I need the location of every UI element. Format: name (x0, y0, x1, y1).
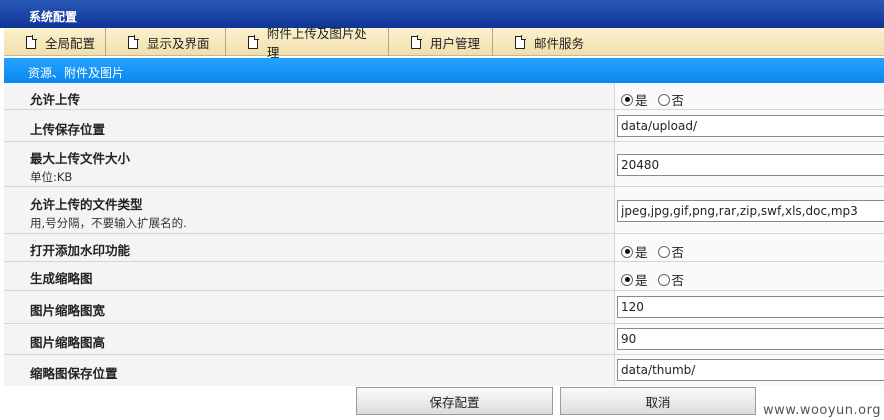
document-icon (26, 34, 37, 49)
document-icon (515, 34, 526, 49)
setting-label: 图片缩略图宽 (30, 303, 106, 318)
tab-global-config[interactable]: 全局配置 (4, 28, 106, 56)
allow-upload-radio-group: 是 否 (621, 90, 694, 109)
tab-label: 附件上传及图片处理 (266, 26, 367, 60)
radio-label: 是 (635, 245, 648, 260)
setting-label: 允许上传的文件类型 (30, 197, 143, 212)
thumbnail-no-radio[interactable] (657, 273, 670, 286)
thumbnail-radio-group: 是 否 (621, 270, 694, 289)
tab-mail-service[interactable]: 邮件服务 (493, 28, 595, 56)
file-types-input[interactable] (617, 200, 884, 222)
tab-attachments-images[interactable]: 附件上传及图片处理 (226, 26, 389, 60)
tab-user-management[interactable]: 用户管理 (389, 28, 493, 56)
setting-row-thumb-path: 缩略图保存位置 (4, 355, 884, 386)
max-size-input[interactable] (617, 154, 884, 176)
setting-row-upload-path: 上传保存位置 (4, 110, 884, 141)
tab-bar: 全局配置 显示及界面 附件上传及图片处理 用户管理 邮件服务 (4, 26, 884, 60)
setting-row-max-size: 最大上传文件大小 单位:KB (4, 142, 884, 186)
settings-table: 允许上传 是 否 上传保存位置 最大上传文件大小 单位:KB 允许上传的文件类型… (4, 83, 884, 386)
setting-label: 允许上传 (30, 92, 81, 107)
setting-hint: 用,号分隔，不要输入扩展名的. (30, 216, 187, 230)
tab-label: 用户管理 (430, 35, 481, 51)
setting-label: 打开添加水印功能 (30, 243, 131, 258)
tab-label: 全局配置 (45, 35, 96, 51)
thumbnail-yes-radio[interactable] (621, 273, 633, 286)
document-icon (248, 34, 259, 49)
upload-path-input[interactable] (617, 115, 884, 137)
watermark-yes-radio[interactable] (621, 245, 633, 258)
document-icon (128, 34, 139, 49)
thumb-path-input[interactable] (617, 359, 884, 381)
allow-upload-no-radio[interactable] (657, 93, 670, 106)
setting-hint: 单位:KB (30, 170, 73, 184)
watermark-no-radio[interactable] (657, 245, 670, 258)
tab-label: 显示及界面 (147, 35, 210, 51)
watermark-radio-group: 是 否 (621, 242, 694, 261)
save-config-button[interactable]: 保存配置 (356, 387, 553, 415)
setting-row-watermark: 打开添加水印功能 是 否 (4, 234, 884, 261)
thumb-width-input[interactable] (617, 296, 884, 318)
setting-row-thumb-height: 图片缩略图高 (4, 324, 884, 354)
section-header: 资源、附件及图片 (4, 58, 884, 83)
setting-row-thumb-width: 图片缩略图宽 (4, 291, 884, 323)
setting-row-thumbnail: 生成缩略图 是 否 (4, 262, 884, 290)
tab-label: 邮件服务 (534, 35, 585, 51)
setting-label: 上传保存位置 (30, 122, 106, 137)
radio-label: 否 (671, 273, 685, 288)
setting-label: 图片缩略图高 (30, 335, 106, 350)
radio-label: 是 (635, 273, 648, 288)
radio-label: 否 (671, 93, 685, 108)
allow-upload-yes-radio[interactable] (621, 93, 633, 106)
setting-label: 生成缩略图 (30, 271, 93, 286)
watermark-text: www.wooyun.org (762, 403, 881, 418)
radio-label: 是 (635, 93, 648, 108)
setting-label: 缩略图保存位置 (30, 366, 118, 381)
cancel-button[interactable]: 取消 (560, 387, 756, 415)
tab-display-interface[interactable]: 显示及界面 (106, 28, 226, 56)
setting-row-allow-upload: 允许上传 是 否 (4, 83, 884, 109)
setting-label: 最大上传文件大小 (30, 151, 131, 166)
thumb-height-input[interactable] (617, 328, 884, 350)
radio-label: 否 (671, 245, 685, 260)
document-icon (411, 34, 422, 49)
window-title: 系统配置 (0, 0, 884, 28)
setting-row-file-types: 允许上传的文件类型 用,号分隔，不要输入扩展名的. (4, 187, 884, 233)
